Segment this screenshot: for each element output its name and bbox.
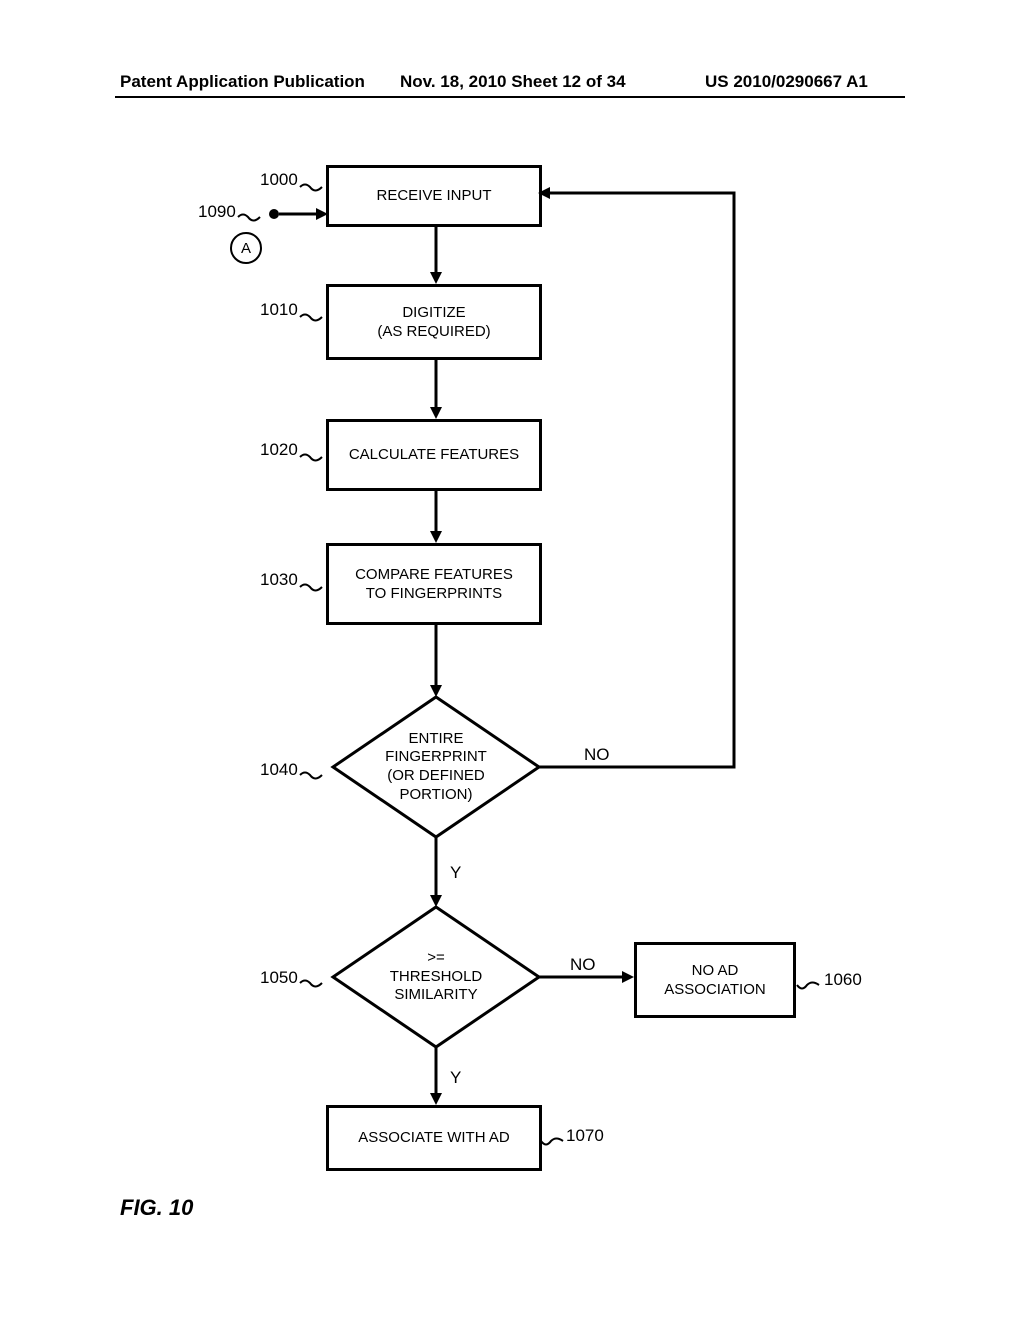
arrow-1040-1050 [426,837,446,907]
ref-1000: 1000 [260,170,298,190]
box-calc-text: CALCULATE FEATURES [349,445,519,465]
ref-1090: 1090 [198,202,236,222]
header-mid: Nov. 18, 2010 Sheet 12 of 34 [400,72,626,92]
squiggle-1050 [300,978,322,992]
arrow-1020-1030 [426,488,446,543]
diamond-1040-text: ENTIRE FINGERPRINT (OR DEFINED PORTION) [385,730,487,805]
header-right: US 2010/0290667 A1 [705,72,868,92]
arrow-1040-no-feedback [536,165,756,775]
arrow-1050-1070 [426,1047,446,1105]
ref-1020: 1020 [260,440,298,460]
arrow-1050-1060 [539,967,634,987]
arrow-1030-1040 [426,622,446,697]
box-receive-input: RECEIVE INPUT [326,165,542,227]
ref-1030: 1030 [260,570,298,590]
squiggle-1040 [300,770,322,784]
ref-1060: 1060 [824,970,862,990]
arrow-1000-1010 [426,224,446,284]
box-receive-input-text: RECEIVE INPUT [376,186,491,206]
diamond-1040-text-wrap: ENTIRE FINGERPRINT (OR DEFINED PORTION) [346,715,526,819]
squiggle-1020 [300,452,322,466]
ref-1070: 1070 [566,1126,604,1146]
header-left: Patent Application Publication [120,72,365,92]
ref-1010: 1010 [260,300,298,320]
squiggle-1000 [300,182,322,196]
edge-1050-y: Y [450,1068,461,1088]
ref-1050: 1050 [260,968,298,988]
box-digitize-text: DIGITIZE (AS REQUIRED) [377,303,490,342]
box-compare: COMPARE FEATURES TO FINGERPRINTS [326,543,542,625]
figure-label: FIG. 10 [120,1195,193,1221]
box-calc-features: CALCULATE FEATURES [326,419,542,491]
arrow-1090-in [268,204,328,224]
squiggle-1030 [300,582,322,596]
diamond-1050-text: >= THRESHOLD SIMILARITY [390,949,483,1005]
ref-1040: 1040 [260,760,298,780]
header-rule [115,96,905,98]
box-digitize: DIGITIZE (AS REQUIRED) [326,284,542,360]
edge-1040-y: Y [450,863,461,883]
squiggle-1070 [541,1136,563,1150]
squiggle-1090 [238,212,260,226]
connector-a-text: A [241,240,251,257]
squiggle-1060 [797,980,819,994]
connector-a: A [230,232,262,264]
box-compare-text: COMPARE FEATURES TO FINGERPRINTS [355,565,513,604]
squiggle-1010 [300,312,322,326]
diamond-1050-text-wrap: >= THRESHOLD SIMILARITY [346,933,526,1021]
arrow-1010-1020 [426,357,446,419]
box-associate: ASSOCIATE WITH AD [326,1105,542,1171]
box-no-ad-text: NO AD ASSOCIATION [664,961,765,1000]
box-associate-text: ASSOCIATE WITH AD [358,1128,509,1148]
box-no-ad: NO AD ASSOCIATION [634,942,796,1018]
